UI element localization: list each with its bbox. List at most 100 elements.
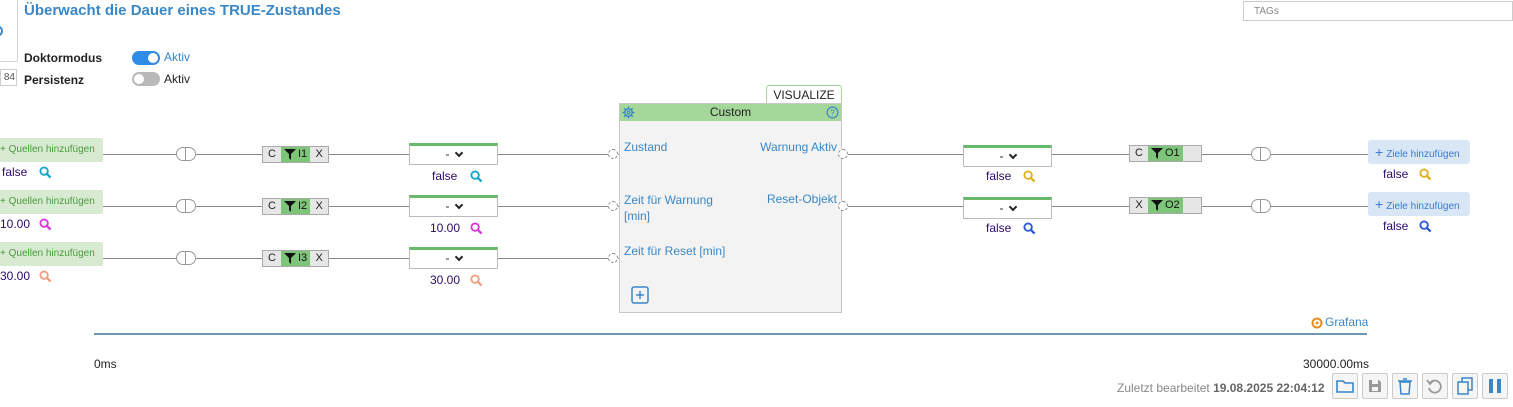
logic-block: Custom ? Zustand Zeit für Warnung [min] … (619, 103, 842, 313)
funnel-icon (1151, 148, 1163, 159)
undo-button[interactable] (1422, 373, 1448, 399)
connector-icon[interactable] (1251, 147, 1271, 161)
filter-tag[interactable]: O2 (1148, 198, 1183, 213)
filter-label: I2 (298, 200, 308, 212)
output-port[interactable] (838, 149, 848, 159)
funnel-icon (284, 149, 296, 160)
select-value: - (445, 199, 450, 213)
add-source-button[interactable]: + Quellen hinzufügen (0, 138, 103, 162)
output-select[interactable]: - (963, 145, 1052, 167)
filter-tag[interactable]: O1 (1148, 146, 1183, 161)
input-port[interactable] (608, 149, 618, 159)
plus-icon: + (1375, 144, 1384, 160)
output-filter[interactable]: X O2 (1129, 197, 1202, 214)
visualize-button[interactable]: VISUALIZE (766, 85, 842, 104)
save-button[interactable] (1362, 373, 1388, 399)
input-value: 10.00 (0, 217, 31, 231)
filter-x-button[interactable]: X (1130, 198, 1148, 213)
filter-x-button[interactable]: X (310, 147, 328, 162)
chevron-down-icon (454, 148, 463, 158)
magnify-icon[interactable] (1023, 222, 1036, 235)
magnify-icon[interactable] (39, 270, 52, 283)
persistence-toggle[interactable] (132, 72, 160, 86)
filter-c-button[interactable]: C (263, 199, 281, 214)
copy-icon (1457, 377, 1473, 395)
add-source-button[interactable]: + Quellen hinzufügen (0, 242, 103, 266)
doctor-mode-toggle[interactable] (132, 51, 160, 65)
magnify-icon[interactable] (470, 222, 483, 235)
open-button[interactable] (1332, 373, 1358, 399)
tags-input[interactable]: TAGs (1243, 1, 1513, 21)
wire (842, 154, 1368, 155)
filter-label: O1 (1165, 147, 1180, 159)
add-input-icon[interactable] (631, 286, 649, 304)
connector-icon[interactable] (176, 251, 196, 265)
filter-c-button[interactable]: C (1130, 146, 1148, 161)
output-select[interactable]: - (963, 197, 1052, 219)
pause-icon (1489, 379, 1501, 393)
input-filter[interactable]: C I2 X (262, 198, 330, 215)
gear-icon[interactable] (622, 106, 635, 119)
side-number: 84 (0, 69, 17, 86)
input-port[interactable] (608, 201, 618, 211)
input-select[interactable]: - (409, 247, 498, 269)
filter-c-button[interactable]: C (263, 147, 281, 162)
chevron-down-icon (1008, 150, 1017, 160)
select-value: - (999, 149, 1004, 163)
add-target-button[interactable]: + Ziele hinzufügen (1368, 140, 1470, 164)
add-source-button[interactable]: + Quellen hinzufügen (0, 190, 103, 214)
output-filter[interactable]: C O1 (1129, 145, 1202, 162)
select-output-value: 30.00 (430, 273, 461, 287)
block-header: Custom ? (620, 104, 841, 121)
connector-icon[interactable] (176, 199, 196, 213)
input-filter[interactable]: C I1 X (262, 146, 330, 163)
select-value: - (445, 147, 450, 161)
add-target-label: Ziele hinzufügen (1386, 149, 1460, 160)
magnify-icon[interactable] (470, 274, 483, 287)
input-select[interactable]: - (409, 195, 498, 217)
timeline-bar[interactable] (94, 333, 1367, 335)
save-icon (1369, 380, 1381, 392)
delete-button[interactable] (1392, 373, 1418, 399)
filter-tag[interactable]: I3 (281, 251, 311, 266)
pause-button[interactable] (1482, 373, 1508, 399)
filter-x-button[interactable]: X (310, 199, 328, 214)
timeline-start: 0ms (94, 357, 117, 371)
svg-text:?: ? (830, 107, 835, 117)
connector-icon[interactable] (176, 147, 196, 161)
input-value: 30.00 (0, 269, 31, 283)
output-port[interactable] (838, 201, 848, 211)
add-target-button[interactable]: + Ziele hinzufügen (1368, 192, 1470, 216)
filter-tag[interactable]: I2 (281, 199, 311, 214)
magnify-icon[interactable] (1419, 168, 1432, 181)
funnel-icon (1151, 200, 1163, 211)
doctor-mode-toggle-text: Aktiv (164, 50, 191, 64)
input-filter[interactable]: C I3 X (262, 250, 330, 267)
copy-button[interactable] (1452, 373, 1478, 399)
magnify-icon[interactable] (1023, 170, 1036, 183)
side-panel-frame (0, 0, 18, 62)
help-icon[interactable]: ? (826, 106, 839, 119)
magnify-icon[interactable] (470, 170, 483, 183)
persistence-label: Persistenz (24, 73, 85, 87)
chevron-down-icon (454, 252, 463, 262)
chevron-down-icon (454, 200, 463, 210)
filter-x-button[interactable]: X (310, 251, 328, 266)
connector-icon[interactable] (1251, 199, 1271, 213)
last-edited: Zuletzt bearbeitet 19.08.2025 22:04:12 (1117, 381, 1325, 395)
last-edited-value: 19.08.2025 22:04:12 (1213, 381, 1325, 395)
trash-icon (1398, 378, 1412, 395)
port-label-warning-active: Warnung Aktiv (760, 140, 837, 154)
filter-tag[interactable]: I1 (281, 147, 311, 162)
magnify-icon[interactable] (39, 166, 52, 179)
undo-icon (1426, 379, 1442, 394)
timeline-end: 30000.00ms (1303, 357, 1370, 371)
output-select-value: false (986, 169, 1012, 183)
grafana-link[interactable]: Grafana (1325, 315, 1368, 329)
target-value: false (1383, 219, 1409, 233)
magnify-icon[interactable] (39, 218, 52, 231)
input-select[interactable]: - (409, 143, 498, 165)
input-port[interactable] (608, 253, 618, 263)
magnify-icon[interactable] (1419, 220, 1432, 233)
filter-c-button[interactable]: C (263, 251, 281, 266)
